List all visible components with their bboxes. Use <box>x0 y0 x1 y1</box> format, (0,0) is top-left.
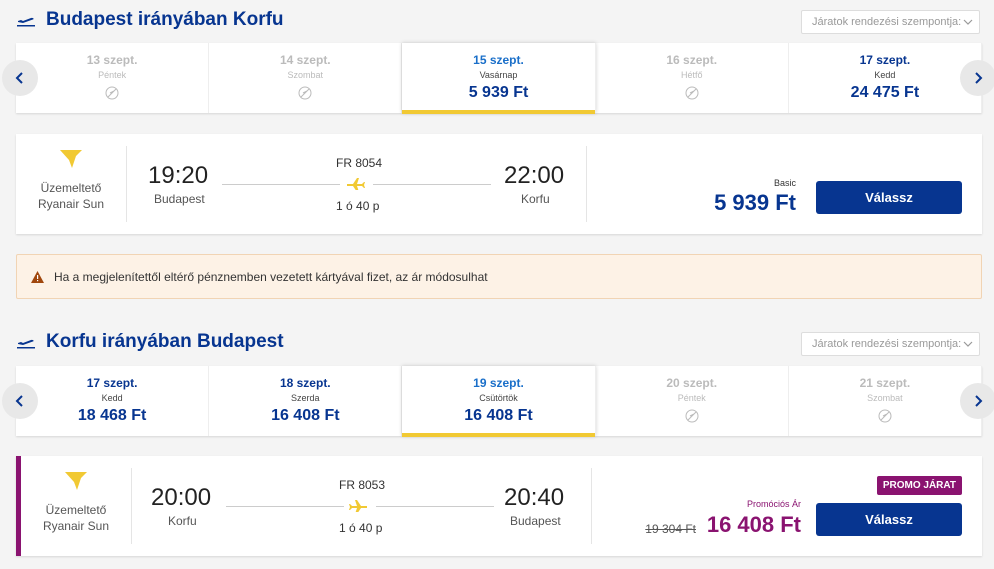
departure-city: Korfu <box>168 514 197 528</box>
flight-price: 16 408 Ft <box>706 512 801 537</box>
inbound-title: Korfu irányában Budapest <box>16 331 284 353</box>
select-flight-button[interactable]: Válassz <box>816 181 962 214</box>
flight-number: FR 8053 <box>339 478 386 492</box>
fare-label: Basic <box>773 178 796 188</box>
no-flight-icon <box>298 86 312 100</box>
ryanair-logo-icon <box>60 150 82 168</box>
chevron-right-icon <box>975 395 983 407</box>
flight-number: FR 8054 <box>336 156 383 170</box>
date-option: 16 szept. Hétfő <box>596 43 789 113</box>
route-line <box>376 506 494 507</box>
next-dates-button[interactable] <box>960 60 994 96</box>
divider <box>131 468 132 544</box>
departure-time: 20:00 <box>151 484 212 511</box>
operator: Üzemeltető Ryanair Sun <box>21 468 131 534</box>
inbound-date-strip: 17 szept. Kedd 18 468 Ft 18 szept. Szerd… <box>2 366 994 437</box>
arrival-city: Korfu <box>521 192 550 206</box>
divider <box>591 468 592 544</box>
old-price: 19 304 Ft <box>645 522 696 536</box>
no-flight-icon <box>878 409 892 423</box>
chevron-left-icon <box>15 72 23 84</box>
arrival-time: 22:00 <box>504 162 565 189</box>
no-flight-icon <box>685 409 699 423</box>
next-dates-button[interactable] <box>960 383 994 419</box>
prev-dates-button[interactable] <box>2 60 38 96</box>
departure-time: 19:20 <box>148 162 209 189</box>
date-option: 20 szept. Péntek <box>596 366 789 436</box>
outbound-title: Budapest irányában Korfu <box>16 9 284 31</box>
sort-select[interactable]: Járatok rendezési szempontja: <box>801 10 980 34</box>
plane-icon <box>349 500 367 512</box>
divider <box>586 146 587 222</box>
plane-icon <box>17 17 35 27</box>
flight-duration: 1 ó 40 p <box>339 521 383 535</box>
route-line <box>226 506 344 507</box>
sort-select[interactable]: Járatok rendezési szempontja: <box>801 332 980 356</box>
ryanair-logo-icon <box>65 472 87 490</box>
currency-warning: Ha a megjelenítettől eltérő pénznemben v… <box>16 254 982 299</box>
date-option-selected[interactable]: 15 szept. Vasárnap 5 939 Ft <box>402 43 596 114</box>
inbound-flight-card: Üzemeltető Ryanair Sun 20:00 Korfu FR 80… <box>16 456 982 556</box>
route-line <box>373 184 491 185</box>
chevron-left-icon <box>15 395 23 407</box>
no-flight-icon <box>105 86 119 100</box>
fare-label: Promóciós Ár <box>746 499 801 509</box>
chevron-right-icon <box>975 72 983 84</box>
date-option: 21 szept. Szombat <box>789 366 983 436</box>
prev-dates-button[interactable] <box>2 383 38 419</box>
chevron-down-icon <box>963 19 973 25</box>
plane-icon <box>17 339 35 349</box>
date-option[interactable]: 17 szept. Kedd 24 475 Ft <box>789 43 983 113</box>
outbound-date-strip: 13 szept. Péntek 14 szept. Szombat 15 sz… <box>2 43 994 114</box>
no-flight-icon <box>685 86 699 100</box>
arrival-city: Budapest <box>510 514 561 528</box>
arrival-time: 20:40 <box>504 484 565 511</box>
date-option: 13 szept. Péntek <box>16 43 210 113</box>
operator: Üzemeltető Ryanair Sun <box>16 146 126 212</box>
date-option[interactable]: 17 szept. Kedd 18 468 Ft <box>16 366 210 436</box>
date-option: 14 szept. Szombat <box>209 43 403 113</box>
date-option[interactable]: 18 szept. Szerda 16 408 Ft <box>209 366 403 436</box>
route-line <box>222 184 340 185</box>
promo-badge: PROMO JÁRAT <box>876 476 962 495</box>
date-option-selected[interactable]: 19 szept. Csütörtök 16 408 Ft <box>402 366 596 437</box>
chevron-down-icon <box>963 341 973 347</box>
select-flight-button[interactable]: Válassz <box>816 503 962 536</box>
divider <box>126 146 127 222</box>
warning-icon <box>31 270 44 283</box>
flight-price: 5 939 Ft <box>714 190 796 215</box>
flight-duration: 1 ó 40 p <box>336 199 380 213</box>
outbound-flight-card: Üzemeltető Ryanair Sun 19:20 Budapest FR… <box>16 134 982 234</box>
departure-city: Budapest <box>154 192 205 206</box>
plane-icon <box>347 178 365 190</box>
